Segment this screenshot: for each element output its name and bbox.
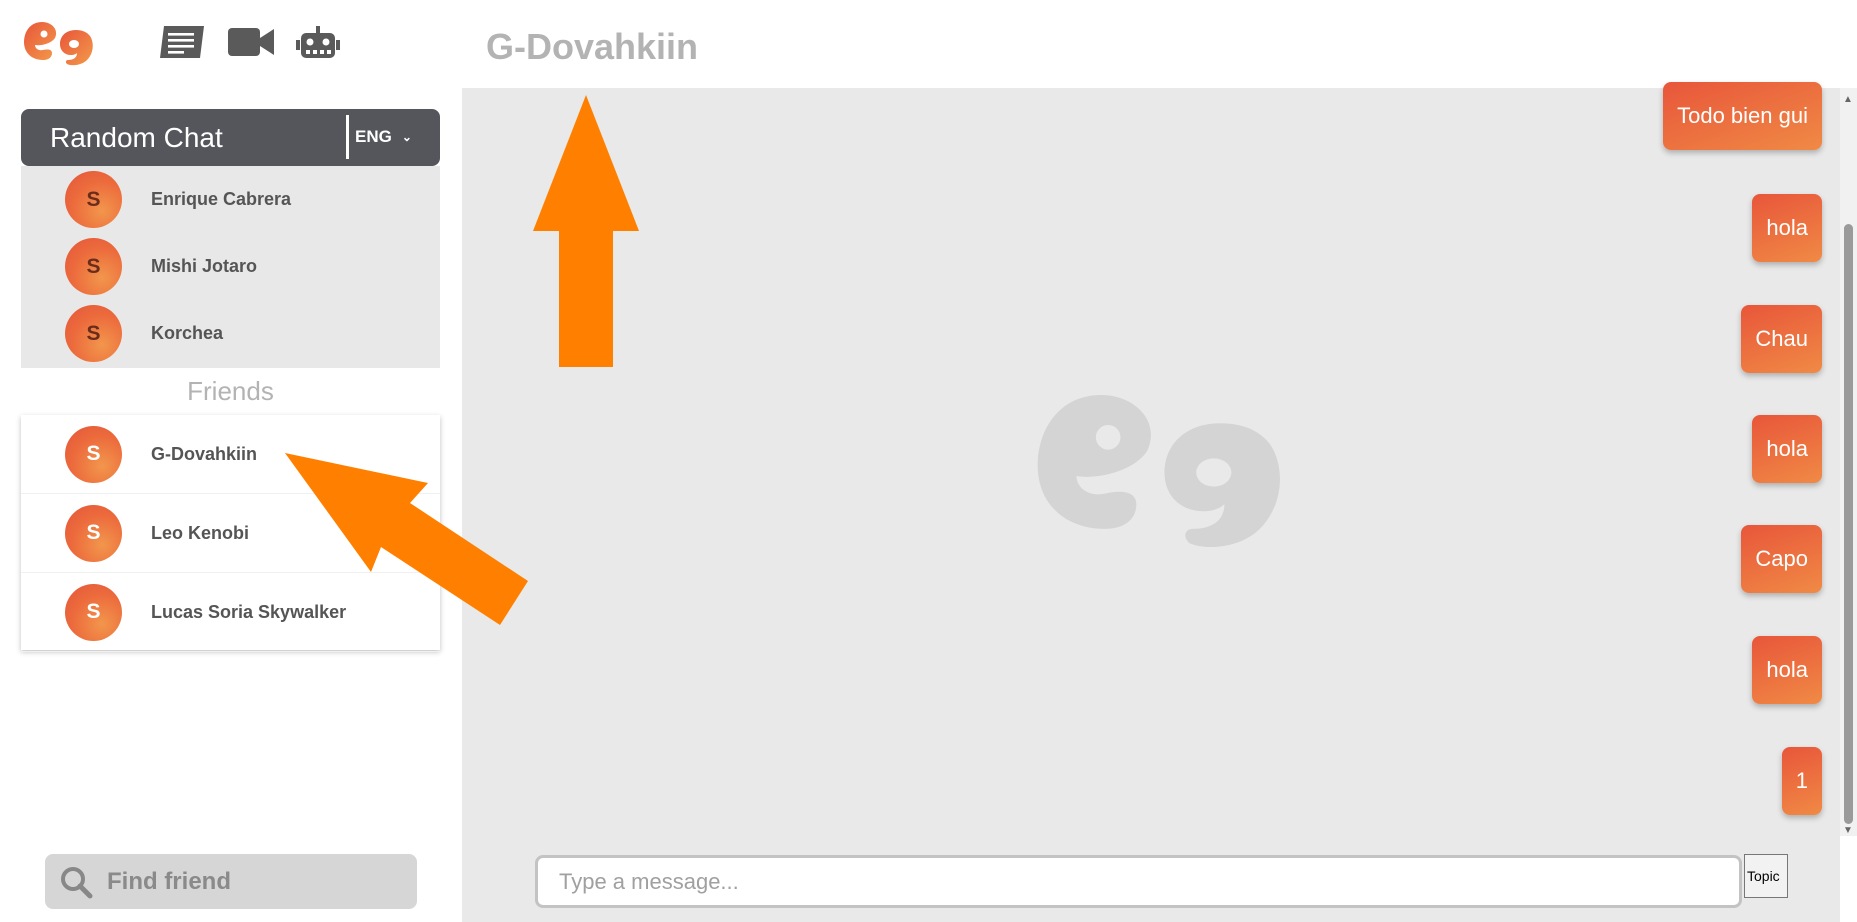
random-chat-list: S Enrique Cabrera S Mishi Jotaro S Korch… [21,166,440,368]
avatar: S [65,238,122,295]
user-name: Enrique Cabrera [151,189,292,209]
random-chat-header[interactable]: Random Chat ENG ⌄ [21,109,440,166]
user-name: Korchea [151,323,224,343]
app-logo[interactable] [24,20,96,66]
friends-heading: Friends [187,376,274,406]
language-value: ENG [355,127,392,146]
chat-title: G-Dovahkiin [486,26,699,67]
random-user-row[interactable]: S Mishi Jotaro [21,233,440,300]
chevron-down-icon: ⌄ [401,130,412,144]
message-bubble: Chau [1741,305,1822,373]
logo-watermark [1037,395,1280,548]
chat-area: Todo bien gui hola Chau hola Capo hola 1 [462,82,1840,922]
message-bubble: Capo [1741,525,1822,593]
robot-icon[interactable] [296,26,340,60]
friend-name: Leo Kenobi [151,522,249,543]
scrollbar-thumb[interactable] [1844,224,1853,824]
annotation-arrow-up-icon [533,95,639,367]
message-bubble: 1 [1781,747,1822,815]
message-bubble: hola [1752,636,1822,704]
message-input[interactable] [535,855,1742,908]
find-friend-box [45,854,417,909]
random-chat-title: Random Chat [50,121,223,153]
avatar: S [65,583,122,641]
scroll-down-icon[interactable]: ▼ [1843,825,1853,836]
avatar: S [65,171,122,228]
friend-name: G-Dovahkiin [151,443,258,464]
language-select[interactable]: ENG ⌄ [346,115,412,159]
scroll-up-icon[interactable]: ▲ [1843,94,1853,105]
message-bubble: hola [1752,194,1822,262]
video-camera-icon[interactable] [228,26,274,58]
messages-scrollbar[interactable]: ▲ ▼ [1840,88,1857,836]
search-icon [61,867,93,899]
message-bubble: Todo bien gui [1663,82,1822,150]
find-friend-input[interactable] [105,862,395,902]
message-bubble: hola [1752,415,1822,483]
random-user-row[interactable]: S Enrique Cabrera [21,166,440,233]
random-user-row[interactable]: S Korchea [21,300,440,367]
user-name: Mishi Jotaro [151,256,258,276]
annotation-arrow-left-icon [285,453,528,625]
topic-button[interactable]: Topic [1744,854,1788,898]
chat-lines-icon[interactable] [160,26,206,58]
avatar: S [65,305,122,362]
avatar: S [65,425,122,483]
avatar: S [65,504,122,562]
